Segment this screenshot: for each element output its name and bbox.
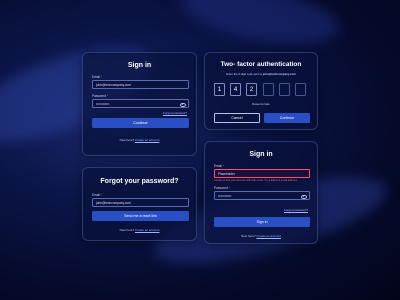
- forgot-title: Forgot your password?: [100, 178, 179, 185]
- otp-digit-6[interactable]: [295, 83, 306, 96]
- password-value: ••••••••••••: [218, 193, 232, 198]
- forgot-password-card: Forgot your password? Email * john@techc…: [82, 167, 197, 241]
- two-factor-subtitle: Enter the 6-digit code sent to john@tech…: [226, 72, 296, 76]
- password-input[interactable]: ••••••••••••: [92, 99, 189, 108]
- signin-title: Sign in: [127, 62, 152, 69]
- signin-card: Sign in Email * john@techcompany.com Pas…: [82, 52, 197, 156]
- two-factor-email: john@techcompany.com: [262, 72, 296, 76]
- new-here-text: New here? Create an account: [241, 234, 281, 238]
- email-label: Email *: [214, 164, 225, 168]
- resend-code-link[interactable]: Resend code: [205, 102, 317, 106]
- forgot-password-link[interactable]: Forgot password?: [284, 208, 308, 212]
- continue-button[interactable]: Continue: [92, 118, 189, 128]
- create-account-link[interactable]: Create an account: [135, 228, 160, 232]
- otp-digit-1[interactable]: 1: [214, 83, 225, 96]
- background-swirl: [176, 0, 344, 54]
- email-input[interactable]: Placeholder: [214, 169, 310, 178]
- otp-digit-4[interactable]: [263, 83, 274, 96]
- email-input[interactable]: john@techcompany.com: [92, 80, 189, 89]
- email-label: Email *: [92, 75, 103, 79]
- two-factor-card: Two- factor authentication Enter the 6-d…: [204, 52, 318, 130]
- new-here-text: New here? Create an account: [119, 138, 160, 142]
- email-error-message: Could not find your account with that em…: [214, 179, 298, 182]
- password-input[interactable]: ••••••••••••: [214, 191, 310, 200]
- email-input[interactable]: john@techcompany.com: [92, 198, 189, 207]
- cancel-button[interactable]: Cancel: [214, 113, 260, 123]
- otp-digit-5[interactable]: [279, 83, 290, 96]
- signin-button[interactable]: Sign in: [214, 217, 310, 227]
- password-label: Password *: [92, 94, 109, 98]
- signin-title: Sign in: [249, 151, 273, 158]
- otp-digit-3[interactable]: 2: [246, 83, 257, 96]
- create-account-link[interactable]: Create an account: [256, 234, 281, 238]
- show-password-icon[interactable]: [301, 194, 307, 199]
- forgot-password-link[interactable]: Forgot password?: [163, 111, 187, 115]
- signin-error-card: Sign in Email * Placeholder Could not fi…: [204, 141, 318, 244]
- two-factor-title: Two- factor authentication: [220, 61, 302, 68]
- email-label: Email *: [92, 193, 103, 197]
- send-reset-link-button[interactable]: Send me a reset link: [92, 211, 189, 221]
- password-label: Password *: [214, 186, 231, 190]
- new-here-text: New here? Create an account: [119, 228, 160, 232]
- create-account-link[interactable]: Create an account: [135, 138, 160, 142]
- continue-button[interactable]: Continue: [264, 113, 310, 123]
- password-value: ••••••••••••: [96, 101, 110, 106]
- show-password-icon[interactable]: [180, 102, 186, 107]
- otp-digit-2[interactable]: 4: [230, 83, 241, 96]
